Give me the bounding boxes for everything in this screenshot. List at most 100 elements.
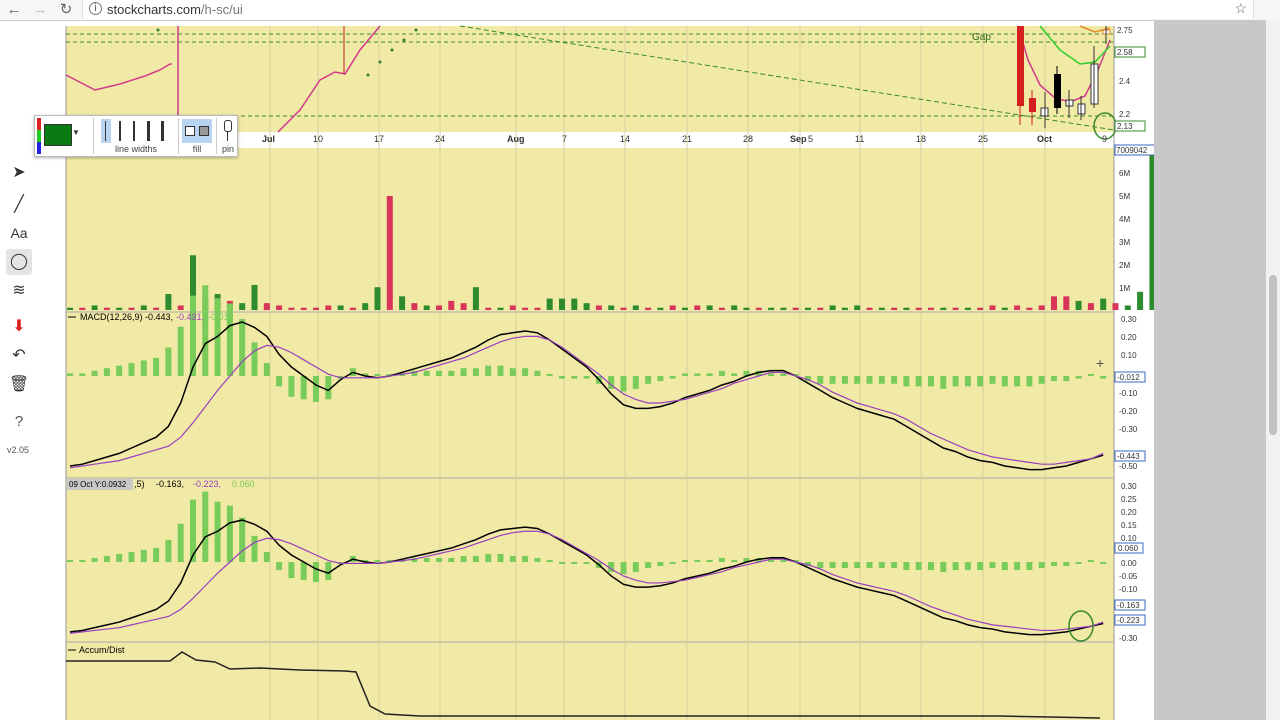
help-icon[interactable]: ? — [6, 409, 32, 435]
scrollbar-thumb[interactable] — [1269, 275, 1277, 435]
ppo-hist-bar — [977, 562, 984, 571]
line-icon[interactable]: ╱ — [6, 192, 32, 218]
macd-hist-bar — [1001, 376, 1008, 387]
volume-bar — [1038, 305, 1045, 310]
fibonacci-icon[interactable]: ≋ — [6, 278, 32, 304]
ppo-hist-bar — [276, 562, 283, 571]
volume-bar — [682, 307, 688, 310]
circle-icon[interactable]: ◯ — [6, 249, 32, 275]
volume-bar — [964, 307, 971, 310]
ppo-hist-bar — [1026, 562, 1033, 571]
volume-bar — [325, 305, 332, 310]
color-swatch[interactable] — [44, 124, 72, 146]
ppo-hist-bar — [657, 562, 664, 567]
text-icon[interactable]: Aa — [6, 220, 32, 246]
macd-hist-bar — [1087, 374, 1094, 376]
macd-hist-bar — [903, 376, 910, 387]
macd-hist-bar — [497, 365, 504, 376]
macd-hist-bar — [718, 370, 725, 376]
back-arrow-icon[interactable]: ← — [4, 0, 24, 20]
ppo-axis-label: -0.05 — [1119, 572, 1138, 581]
save-icon[interactable]: ⬇ — [6, 314, 32, 340]
forward-arrow-icon[interactable]: → — [30, 0, 50, 20]
date-label: 9 — [1102, 134, 1107, 144]
macd-hist-bar — [891, 376, 898, 384]
volume-bar — [694, 305, 701, 310]
macd-hist-bar — [731, 373, 738, 376]
volume-bar — [1014, 305, 1021, 310]
volume-bar — [891, 307, 898, 310]
ppo-hist-bar — [1038, 562, 1045, 569]
macd-hist-bar — [79, 373, 86, 376]
macd-hist-bar — [534, 370, 541, 376]
macd-axis-label: 0.20 — [1121, 333, 1137, 342]
fill-options[interactable] — [182, 119, 212, 143]
volume-panel — [66, 148, 1114, 312]
line-width-options[interactable] — [97, 119, 175, 143]
ppo-hist-bar — [153, 547, 160, 562]
chevron-down-icon[interactable]: ▼ — [72, 128, 80, 137]
star-icon[interactable]: ☆ — [1234, 0, 1247, 17]
volume-bar — [140, 305, 147, 310]
macd-hist-bar — [854, 376, 861, 384]
volume-bar — [300, 307, 307, 310]
ppo-hist-bar — [497, 553, 504, 562]
volume-bar — [595, 305, 602, 310]
volume-bar — [177, 305, 184, 310]
ppo-hist-bar — [509, 555, 516, 562]
ppo-tag-line: -0.163 — [1117, 601, 1140, 610]
volume-bar — [718, 307, 725, 310]
date-label: 5 — [808, 134, 813, 144]
macd-hist-bar — [276, 376, 283, 387]
volume-axis-label: 6M — [1119, 169, 1130, 178]
ppo-hist-bar — [1001, 562, 1008, 571]
ppo-axis-label: 0.10 — [1121, 534, 1137, 543]
crosshair-cursor: + — [1096, 355, 1104, 371]
macd-hist-bar — [251, 342, 258, 376]
macd-hist-bar — [165, 347, 172, 376]
ppo-axis-label: 0.15 — [1121, 521, 1137, 530]
macd-hist-bar — [1100, 376, 1107, 379]
accum-dist-title: Accum/Dist — [79, 645, 125, 655]
price-axis-label: 2.2 — [1119, 110, 1131, 119]
date-label: 28 — [743, 134, 753, 144]
macd-hist-bar — [1051, 376, 1057, 382]
macd-hist-bar — [1014, 376, 1021, 387]
date-label: Sep — [790, 134, 807, 144]
volume-bar — [1001, 307, 1008, 310]
ppo-hist-bar — [620, 562, 627, 575]
date-label: Aug — [507, 134, 525, 144]
volume-bar — [337, 305, 344, 310]
ppo-hist-bar — [928, 562, 934, 571]
volume-bar — [263, 303, 270, 310]
macd-hist-bar — [485, 365, 492, 376]
macd-hist-bar — [509, 368, 516, 376]
macd-axis-label: 0.30 — [1121, 315, 1137, 324]
undo-icon[interactable]: ↶ — [6, 343, 32, 369]
ppo-hist-bar — [878, 562, 885, 569]
info-icon[interactable]: i — [89, 2, 102, 15]
trash-icon[interactable]: 🗑 — [6, 372, 32, 398]
volume-bar — [1100, 298, 1107, 310]
volume-bar — [386, 196, 393, 310]
address-bar[interactable]: i stockcharts.com/h-sc/ui ☆ — [82, 0, 1254, 19]
macd-hist-bar — [583, 376, 590, 379]
ppo-hist-bar — [67, 559, 73, 562]
ppo-axis-label: -0.30 — [1119, 634, 1138, 643]
date-label: Oct — [1037, 134, 1052, 144]
macd-hist-bar — [928, 376, 934, 387]
pin-icon[interactable] — [223, 119, 233, 141]
macd-hist-bar — [116, 365, 123, 376]
ppo-hist-bar — [116, 553, 123, 562]
color-spectrum[interactable] — [37, 118, 41, 154]
ppo-hist-bar — [288, 562, 295, 579]
price-axis-label: 2.58 — [1117, 48, 1133, 57]
macd-hist-bar — [817, 376, 824, 384]
date-label: 7 — [562, 134, 567, 144]
reload-icon[interactable]: ↻ — [56, 0, 76, 20]
macd-hist-bar — [768, 373, 775, 376]
pointer-icon[interactable]: ➤ — [6, 160, 32, 186]
tooltip-readout: 09 Oct Y:0.0932 — [69, 480, 127, 489]
macd-hist-bar — [989, 376, 996, 384]
volume-bar — [657, 307, 664, 310]
